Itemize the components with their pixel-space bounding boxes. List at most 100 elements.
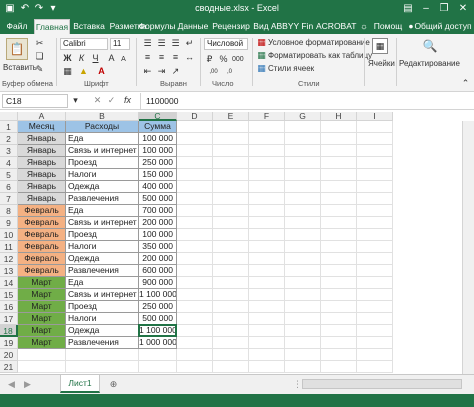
editing-button[interactable]: Редактирование [399, 59, 460, 68]
increase-decimal-icon[interactable]: ,00 [208, 67, 219, 78]
row-header[interactable]: 12 [0, 253, 18, 265]
cell[interactable] [213, 361, 249, 373]
table-data-cell[interactable]: 100 000 [139, 145, 177, 157]
row-header[interactable]: 20 [0, 349, 18, 361]
column-header[interactable]: G [285, 112, 321, 121]
row-header[interactable]: 15 [0, 289, 18, 301]
table-data-cell[interactable]: 150 000 [139, 169, 177, 181]
cell[interactable] [213, 205, 249, 217]
row-header[interactable]: 13 [0, 265, 18, 277]
cell[interactable] [177, 349, 213, 361]
cell[interactable] [357, 145, 393, 157]
formula-input[interactable]: 1100000 [146, 96, 178, 106]
cell[interactable] [321, 205, 357, 217]
cell[interactable] [66, 361, 139, 373]
cell[interactable] [177, 145, 213, 157]
cell[interactable] [357, 325, 393, 337]
cell[interactable] [321, 241, 357, 253]
cell[interactable] [285, 169, 321, 181]
cell[interactable] [249, 169, 285, 181]
tab-insert[interactable]: Вставка [71, 19, 107, 34]
column-header[interactable]: F [249, 112, 285, 121]
table-data-cell[interactable]: Январь [18, 193, 66, 205]
cell[interactable] [139, 361, 177, 373]
cell[interactable] [321, 301, 357, 313]
cell[interactable] [213, 157, 249, 169]
cell[interactable] [321, 157, 357, 169]
table-data-cell[interactable]: Февраль [18, 229, 66, 241]
cell[interactable] [321, 289, 357, 301]
table-data-cell[interactable]: Связь и интернет [66, 145, 139, 157]
cell[interactable] [357, 349, 393, 361]
cell[interactable] [177, 205, 213, 217]
underline-icon[interactable]: Ч [90, 53, 101, 64]
cell-styles-button[interactable]: Стили ячеек [268, 64, 314, 73]
column-header[interactable]: H [321, 112, 357, 121]
cell[interactable] [357, 169, 393, 181]
indent-increase-icon[interactable]: ⇥ [156, 66, 167, 77]
cell[interactable] [285, 193, 321, 205]
cell[interactable] [177, 337, 213, 349]
column-header[interactable]: C [139, 112, 177, 121]
tab-view[interactable]: Вид [253, 19, 269, 34]
cell[interactable] [177, 169, 213, 181]
minimize-icon[interactable]: – [418, 2, 434, 16]
table-data-cell[interactable]: Налоги [66, 313, 139, 325]
cell[interactable] [321, 361, 357, 373]
cell[interactable] [285, 205, 321, 217]
paste-icon[interactable]: 📋 [6, 38, 28, 60]
cell[interactable] [213, 301, 249, 313]
format-as-table-button[interactable]: Форматировать как таблицу [268, 51, 372, 60]
row-header[interactable]: 19 [0, 337, 18, 349]
cell[interactable] [285, 289, 321, 301]
table-data-cell[interactable]: Налоги [66, 169, 139, 181]
thousands-icon[interactable]: 000 [232, 54, 244, 65]
table-data-cell[interactable]: Проезд [66, 157, 139, 169]
cell[interactable] [213, 313, 249, 325]
column-header[interactable]: I [357, 112, 393, 121]
cell[interactable] [321, 229, 357, 241]
cell[interactable] [249, 313, 285, 325]
cell[interactable] [285, 265, 321, 277]
cell[interactable] [177, 181, 213, 193]
cell[interactable] [321, 349, 357, 361]
ribbon-display-icon[interactable]: ▤ [400, 2, 416, 16]
cell[interactable] [249, 361, 285, 373]
table-header-cell[interactable]: Сумма [139, 121, 177, 133]
cut-icon[interactable]: ✂ [34, 38, 45, 49]
cell[interactable] [285, 241, 321, 253]
tab-home[interactable]: Главная [34, 19, 70, 34]
enter-icon[interactable]: ✓ [106, 95, 117, 106]
format-table-icon[interactable]: ▦ [256, 50, 267, 61]
cell[interactable] [249, 229, 285, 241]
row-header[interactable]: 10 [0, 229, 18, 241]
cell[interactable] [213, 277, 249, 289]
font-size-combo[interactable]: 11 [110, 38, 130, 50]
wrap-text-icon[interactable]: ↵ [184, 38, 195, 49]
table-data-cell[interactable]: Налоги [66, 241, 139, 253]
sheet-tab-1[interactable]: Лист1 [60, 375, 100, 393]
table-data-cell[interactable]: Развлечения [66, 265, 139, 277]
cell[interactable] [357, 277, 393, 289]
name-box-dropdown-icon[interactable]: ▾ [70, 95, 81, 106]
align-center-icon[interactable]: ≡ [156, 52, 167, 63]
cell[interactable] [285, 121, 321, 133]
cell[interactable] [321, 169, 357, 181]
row-header[interactable]: 9 [0, 217, 18, 229]
table-data-cell[interactable]: Январь [18, 145, 66, 157]
table-data-cell[interactable]: 1 100 000 [139, 289, 177, 301]
format-painter-icon[interactable]: ✎ [34, 64, 45, 75]
cell[interactable] [249, 217, 285, 229]
table-data-cell[interactable]: Одежда [66, 253, 139, 265]
cell[interactable] [249, 277, 285, 289]
cell[interactable] [249, 337, 285, 349]
add-sheet-icon[interactable]: ⊕ [108, 379, 119, 390]
row-header[interactable]: 7 [0, 193, 18, 205]
cell[interactable] [321, 181, 357, 193]
cell[interactable] [249, 325, 285, 337]
cell[interactable] [177, 229, 213, 241]
cell[interactable] [249, 349, 285, 361]
tab-acrobat[interactable]: ACROBAT [316, 19, 356, 34]
table-data-cell[interactable]: 100 000 [139, 229, 177, 241]
cell[interactable] [321, 337, 357, 349]
